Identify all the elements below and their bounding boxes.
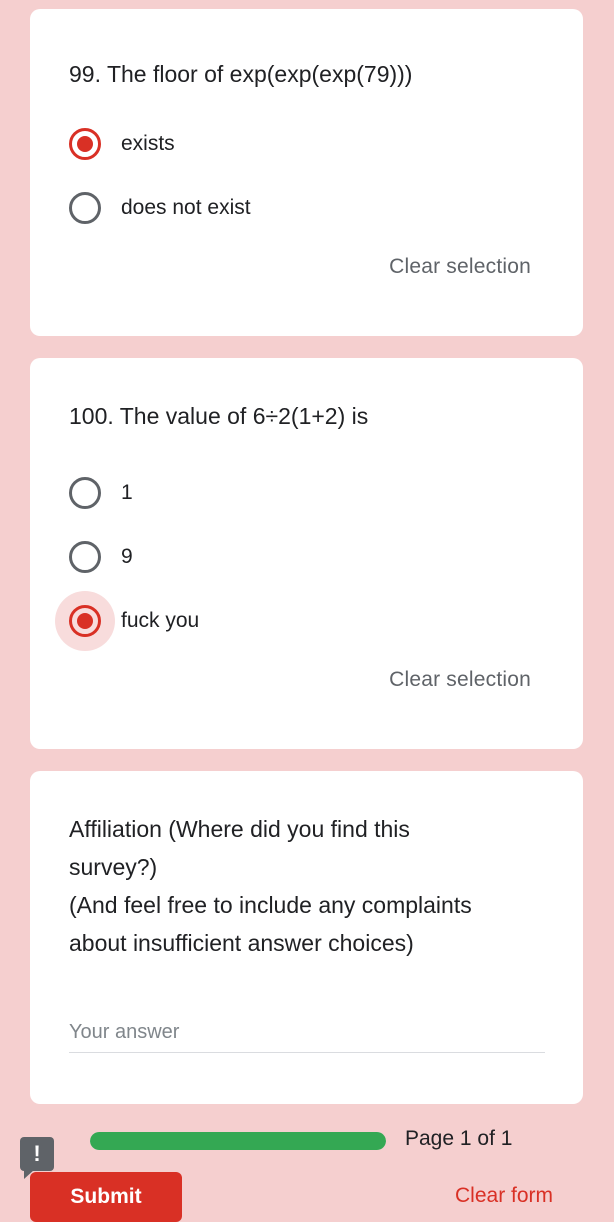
title-line: survey?) [69,854,158,880]
option-label: 1 [121,481,133,504]
radio-button[interactable] [55,591,115,651]
radio-button[interactable] [69,128,101,160]
title-line: Affiliation (Where did you find this [69,816,410,842]
option-fuck-you[interactable]: fuck you [55,591,200,651]
answer-field[interactable] [69,1017,545,1053]
affiliation-title: Affiliation (Where did you find this sur… [69,810,553,962]
radio-unchecked-icon [69,541,101,573]
clear-form-button[interactable]: Clear form [455,1184,553,1208]
progress-fill [90,1132,386,1150]
radio-checked-icon [69,605,101,637]
radio-button[interactable] [69,192,101,224]
clear-selection-button[interactable]: Clear selection [389,255,531,279]
radio-checked-icon [69,128,101,160]
question-card-100: 100. The value of 6÷2(1+2) is 1 9 fuck y… [30,358,583,749]
option-1[interactable]: 1 [69,473,133,513]
question-card-99: 99. The floor of exp(exp(exp(79))) exist… [30,9,583,336]
option-exists[interactable]: exists [69,124,175,164]
radio-button[interactable] [69,541,101,573]
option-does-not-exist[interactable]: does not exist [69,188,251,228]
radio-unchecked-icon [69,477,101,509]
option-9[interactable]: 9 [69,537,133,577]
option-label: fuck you [121,609,200,632]
exclamation-icon: ! [33,1141,41,1166]
option-label: does not exist [121,196,251,219]
question-title: 99. The floor of exp(exp(exp(79))) [69,61,413,87]
answer-input[interactable] [69,1017,545,1047]
report-feedback-icon[interactable]: ! [20,1137,54,1179]
question-title: 100. The value of 6÷2(1+2) is [69,403,369,429]
title-line: (And feel free to include any complaints [69,892,472,918]
progress-bar [90,1132,386,1150]
radio-unchecked-icon [69,192,101,224]
clear-selection-button[interactable]: Clear selection [389,668,531,692]
title-line: about insufficient answer choices) [69,930,414,956]
option-label: exists [121,132,175,155]
option-label: 9 [121,545,133,568]
radio-button[interactable] [69,477,101,509]
page-indicator: Page 1 of 1 [405,1127,513,1150]
affiliation-card: Affiliation (Where did you find this sur… [30,771,583,1104]
submit-button[interactable]: Submit [30,1172,182,1222]
